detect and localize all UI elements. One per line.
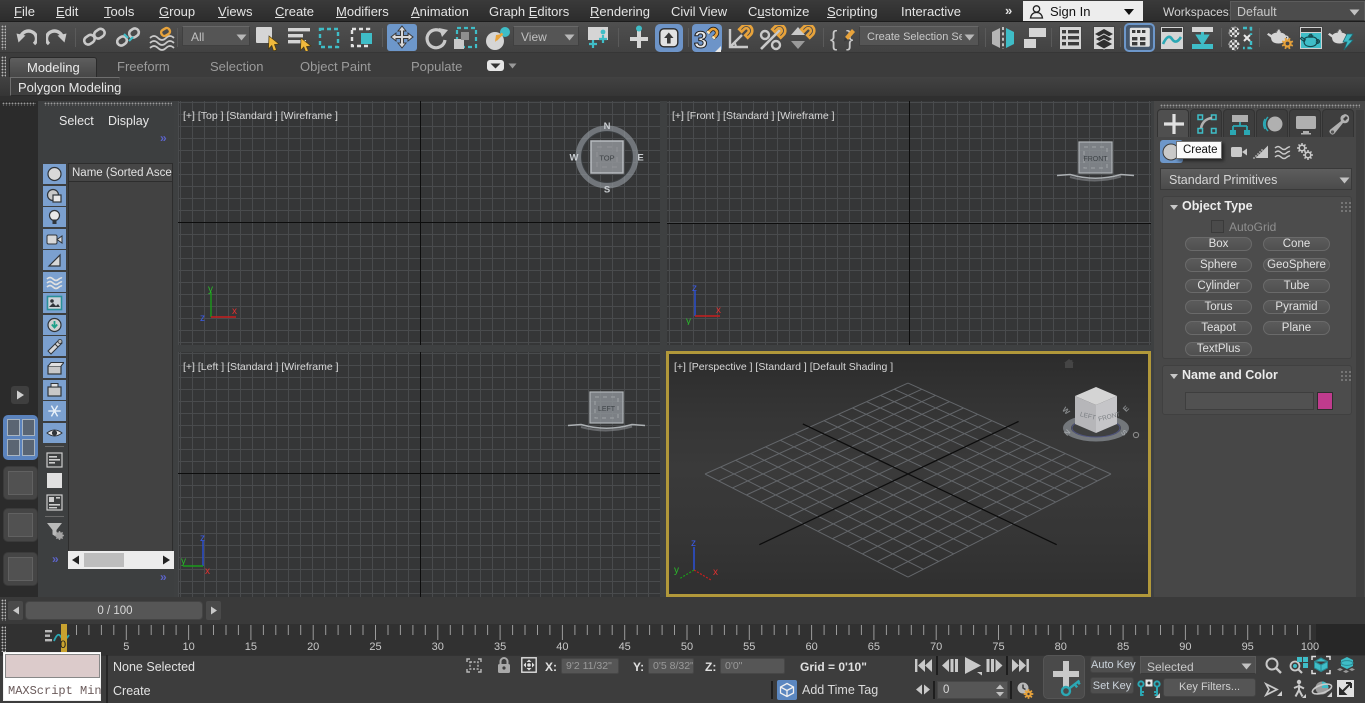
svg-text:65: 65: [868, 641, 880, 653]
svg-text:100: 100: [1301, 641, 1319, 653]
svg-text:W: W: [1060, 405, 1072, 417]
svg-text:x: x: [713, 567, 718, 578]
svg-text:y: y: [181, 556, 186, 567]
svg-text:x: x: [232, 306, 237, 317]
svg-text:S: S: [604, 185, 610, 196]
svg-text:55: 55: [743, 641, 755, 653]
svg-text:z: z: [692, 283, 697, 294]
svg-text:95: 95: [1242, 641, 1254, 653]
svg-text:x: x: [205, 566, 210, 575]
svg-text:y: y: [674, 565, 679, 576]
svg-text:10: 10: [182, 641, 194, 653]
svg-text:y: y: [208, 284, 213, 295]
svg-text:z: z: [691, 538, 696, 549]
svg-text:20: 20: [307, 641, 319, 653]
svg-text:E: E: [1121, 404, 1131, 414]
svg-text:5: 5: [123, 641, 129, 653]
svg-text:3: 3: [694, 27, 707, 52]
svg-text:45: 45: [619, 641, 631, 653]
svg-text:FRONT: FRONT: [1083, 156, 1108, 163]
svg-text:x: x: [716, 305, 721, 316]
svg-text:E: E: [637, 153, 643, 164]
svg-text:N: N: [604, 121, 611, 132]
svg-text:TOP: TOP: [599, 154, 614, 163]
svg-text:85: 85: [1117, 641, 1129, 653]
svg-text:70: 70: [930, 641, 942, 653]
svg-text:90: 90: [1179, 641, 1191, 653]
svg-text:80: 80: [1055, 641, 1067, 653]
svg-text:y: y: [686, 316, 691, 325]
svg-text:LEFT: LEFT: [598, 406, 616, 413]
svg-text:15: 15: [245, 641, 257, 653]
svg-text:z: z: [200, 313, 205, 324]
svg-text:35: 35: [494, 641, 506, 653]
svg-text:z: z: [200, 533, 205, 544]
svg-text:25: 25: [369, 641, 381, 653]
svg-text:{: {: [830, 26, 837, 51]
svg-text:W: W: [570, 153, 579, 164]
svg-text:40: 40: [556, 641, 568, 653]
svg-text:60: 60: [805, 641, 817, 653]
svg-text:30: 30: [432, 641, 444, 653]
svg-text:50: 50: [681, 641, 693, 653]
svg-text:75: 75: [992, 641, 1004, 653]
